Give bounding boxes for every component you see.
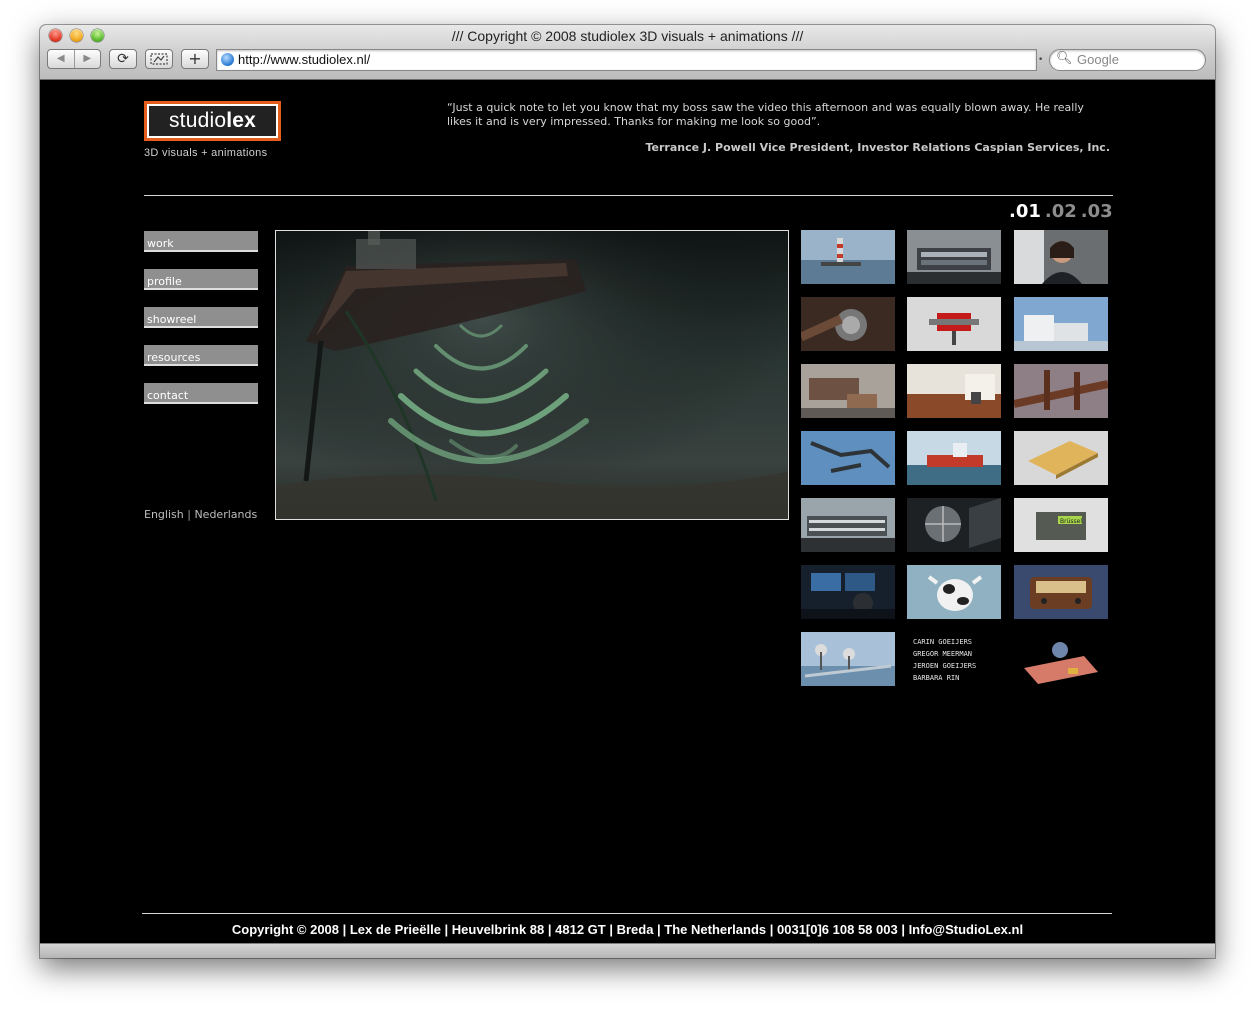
supply-vessel-image	[907, 431, 1001, 485]
search-icon: 🔍︎	[1056, 51, 1073, 66]
industrial-plant-image	[907, 230, 1001, 284]
add-bookmark-button[interactable]: +	[181, 49, 209, 69]
thumbnail-yellow-card[interactable]	[1014, 431, 1108, 485]
lighthouse-image	[801, 230, 895, 284]
language-switcher: English | Nederlands	[144, 508, 257, 521]
logo-text-bold: lex	[226, 109, 257, 132]
search-field[interactable]: 🔍︎ Google	[1049, 49, 1206, 71]
globe-icon	[221, 53, 234, 66]
forward-icon[interactable]: ▶	[75, 50, 101, 68]
nav-item-work[interactable]: work	[144, 231, 258, 252]
search-placeholder: Google	[1077, 52, 1119, 67]
product-box-label: Brüssel	[1060, 518, 1082, 525]
language-separator: |	[187, 508, 191, 521]
snippet-button[interactable]	[145, 49, 173, 69]
credits-line-2: GREGOR MEERMAN	[913, 650, 972, 658]
credits-line-3: JEROEN GOEIJERS	[913, 662, 976, 670]
window-title: /// Copyright © 2008 studiolex 3D visual…	[451, 28, 804, 44]
globe-image	[907, 498, 1001, 552]
thumbnail-credit-card[interactable]	[1014, 632, 1108, 686]
logo-tagline: 3D visuals + animations	[144, 147, 268, 159]
back-forward-group: ◀ ▶	[47, 49, 101, 69]
thumbnail-pipes[interactable]	[801, 431, 895, 485]
yellow-card-image	[1014, 431, 1108, 485]
nav-item-showreel[interactable]: showreel	[144, 307, 258, 328]
page-content: studiolex 3D visuals + animations “Just …	[40, 80, 1215, 944]
office-building-image	[801, 498, 895, 552]
thumbnail-drill-head[interactable]	[801, 297, 895, 351]
radio-image	[1014, 565, 1108, 619]
language-english-link[interactable]: English	[144, 508, 184, 521]
gallery-pager: .01.02.03	[1005, 201, 1113, 222]
featured-image[interactable]	[275, 230, 789, 520]
thumbnail-control-room[interactable]	[801, 565, 895, 619]
thumbnail-red-valve[interactable]	[907, 297, 1001, 351]
interior-image	[907, 364, 1001, 418]
credit-card-image	[1014, 632, 1108, 686]
thumbnail-product-box[interactable]: Brüssel	[1014, 498, 1108, 552]
footer-divider	[142, 913, 1112, 914]
address-text: http://www.studiolex.nl/	[238, 52, 371, 67]
search-divider-icon: •	[1038, 55, 1044, 65]
back-icon[interactable]: ◀	[48, 50, 75, 68]
thumbnail-radio[interactable]	[1014, 565, 1108, 619]
thumbnail-credits[interactable]: CARIN GOEIJERS GREGOR MEERMAN JEROEN GOE…	[907, 632, 1001, 686]
thumbnail-industrial-plant[interactable]	[907, 230, 1001, 284]
page-link-01[interactable]: .01	[1009, 201, 1041, 222]
credits-line-4: BARBARA RIN	[913, 674, 959, 682]
footer-copyright: Copyright © 2008 | Lex de Prieëlle | Heu…	[231, 922, 1024, 937]
language-dutch-link[interactable]: Nederlands	[194, 508, 257, 521]
header-divider	[144, 195, 1113, 196]
thumbnail-machine-room[interactable]	[801, 364, 895, 418]
credits-image: CARIN GOEIJERS GREGOR MEERMAN JEROEN GOE…	[907, 632, 1001, 686]
title-bar: /// Copyright © 2008 studiolex 3D visual…	[40, 25, 1215, 80]
page-link-02[interactable]: .02	[1045, 201, 1077, 222]
reload-icon: ⟳	[117, 51, 129, 67]
nav-item-contact[interactable]: contact	[144, 383, 258, 404]
pipes-image	[801, 431, 895, 485]
product-box-image: Brüssel	[1014, 498, 1108, 552]
thumbnail-globe[interactable]	[907, 498, 1001, 552]
underwater-ship-image	[276, 231, 788, 519]
nav-item-profile[interactable]: profile	[144, 269, 258, 290]
logo-text: studiolex	[149, 106, 276, 136]
thumbnail-supply-vessel[interactable]	[907, 431, 1001, 485]
thumbnail-office-building[interactable]	[801, 498, 895, 552]
testimonial-author: Terrance J. Powell Vice President, Inves…	[645, 141, 1111, 154]
reload-button[interactable]: ⟳	[109, 49, 137, 69]
thumbnail-white-building[interactable]	[1014, 297, 1108, 351]
studiolex-logo[interactable]: studiolex	[144, 101, 281, 141]
thumbnail-offshore[interactable]	[801, 632, 895, 686]
status-bar	[40, 943, 1215, 958]
thumbnail-interior[interactable]	[907, 364, 1001, 418]
page-link-03[interactable]: .03	[1081, 201, 1113, 222]
credits-line-1: CARIN GOEIJERS	[913, 638, 972, 646]
nav-item-resources[interactable]: resources	[144, 345, 258, 366]
address-bar[interactable]: http://www.studiolex.nl/	[216, 49, 1037, 71]
browser-window: /// Copyright © 2008 studiolex 3D visual…	[40, 25, 1215, 958]
drill-head-image	[801, 297, 895, 351]
white-building-image	[1014, 297, 1108, 351]
offshore-image	[801, 632, 895, 686]
woman-phone-image	[1014, 230, 1108, 284]
logo-text-light: studio	[168, 109, 227, 132]
thumbnail-woman-phone[interactable]	[1014, 230, 1108, 284]
control-room-image	[801, 565, 895, 619]
plus-icon: +	[188, 49, 202, 68]
thumbnail-cow[interactable]	[907, 565, 1001, 619]
snippet-icon	[150, 53, 168, 65]
thumbnail-rusty-structure[interactable]	[1014, 364, 1108, 418]
testimonial-quote: “Just a quick note to let you know that …	[447, 101, 1084, 128]
cow-image	[907, 565, 1001, 619]
machine-room-image	[801, 364, 895, 418]
rusty-structure-image	[1014, 364, 1108, 418]
thumbnail-lighthouse[interactable]	[801, 230, 895, 284]
red-valve-image	[907, 297, 1001, 351]
